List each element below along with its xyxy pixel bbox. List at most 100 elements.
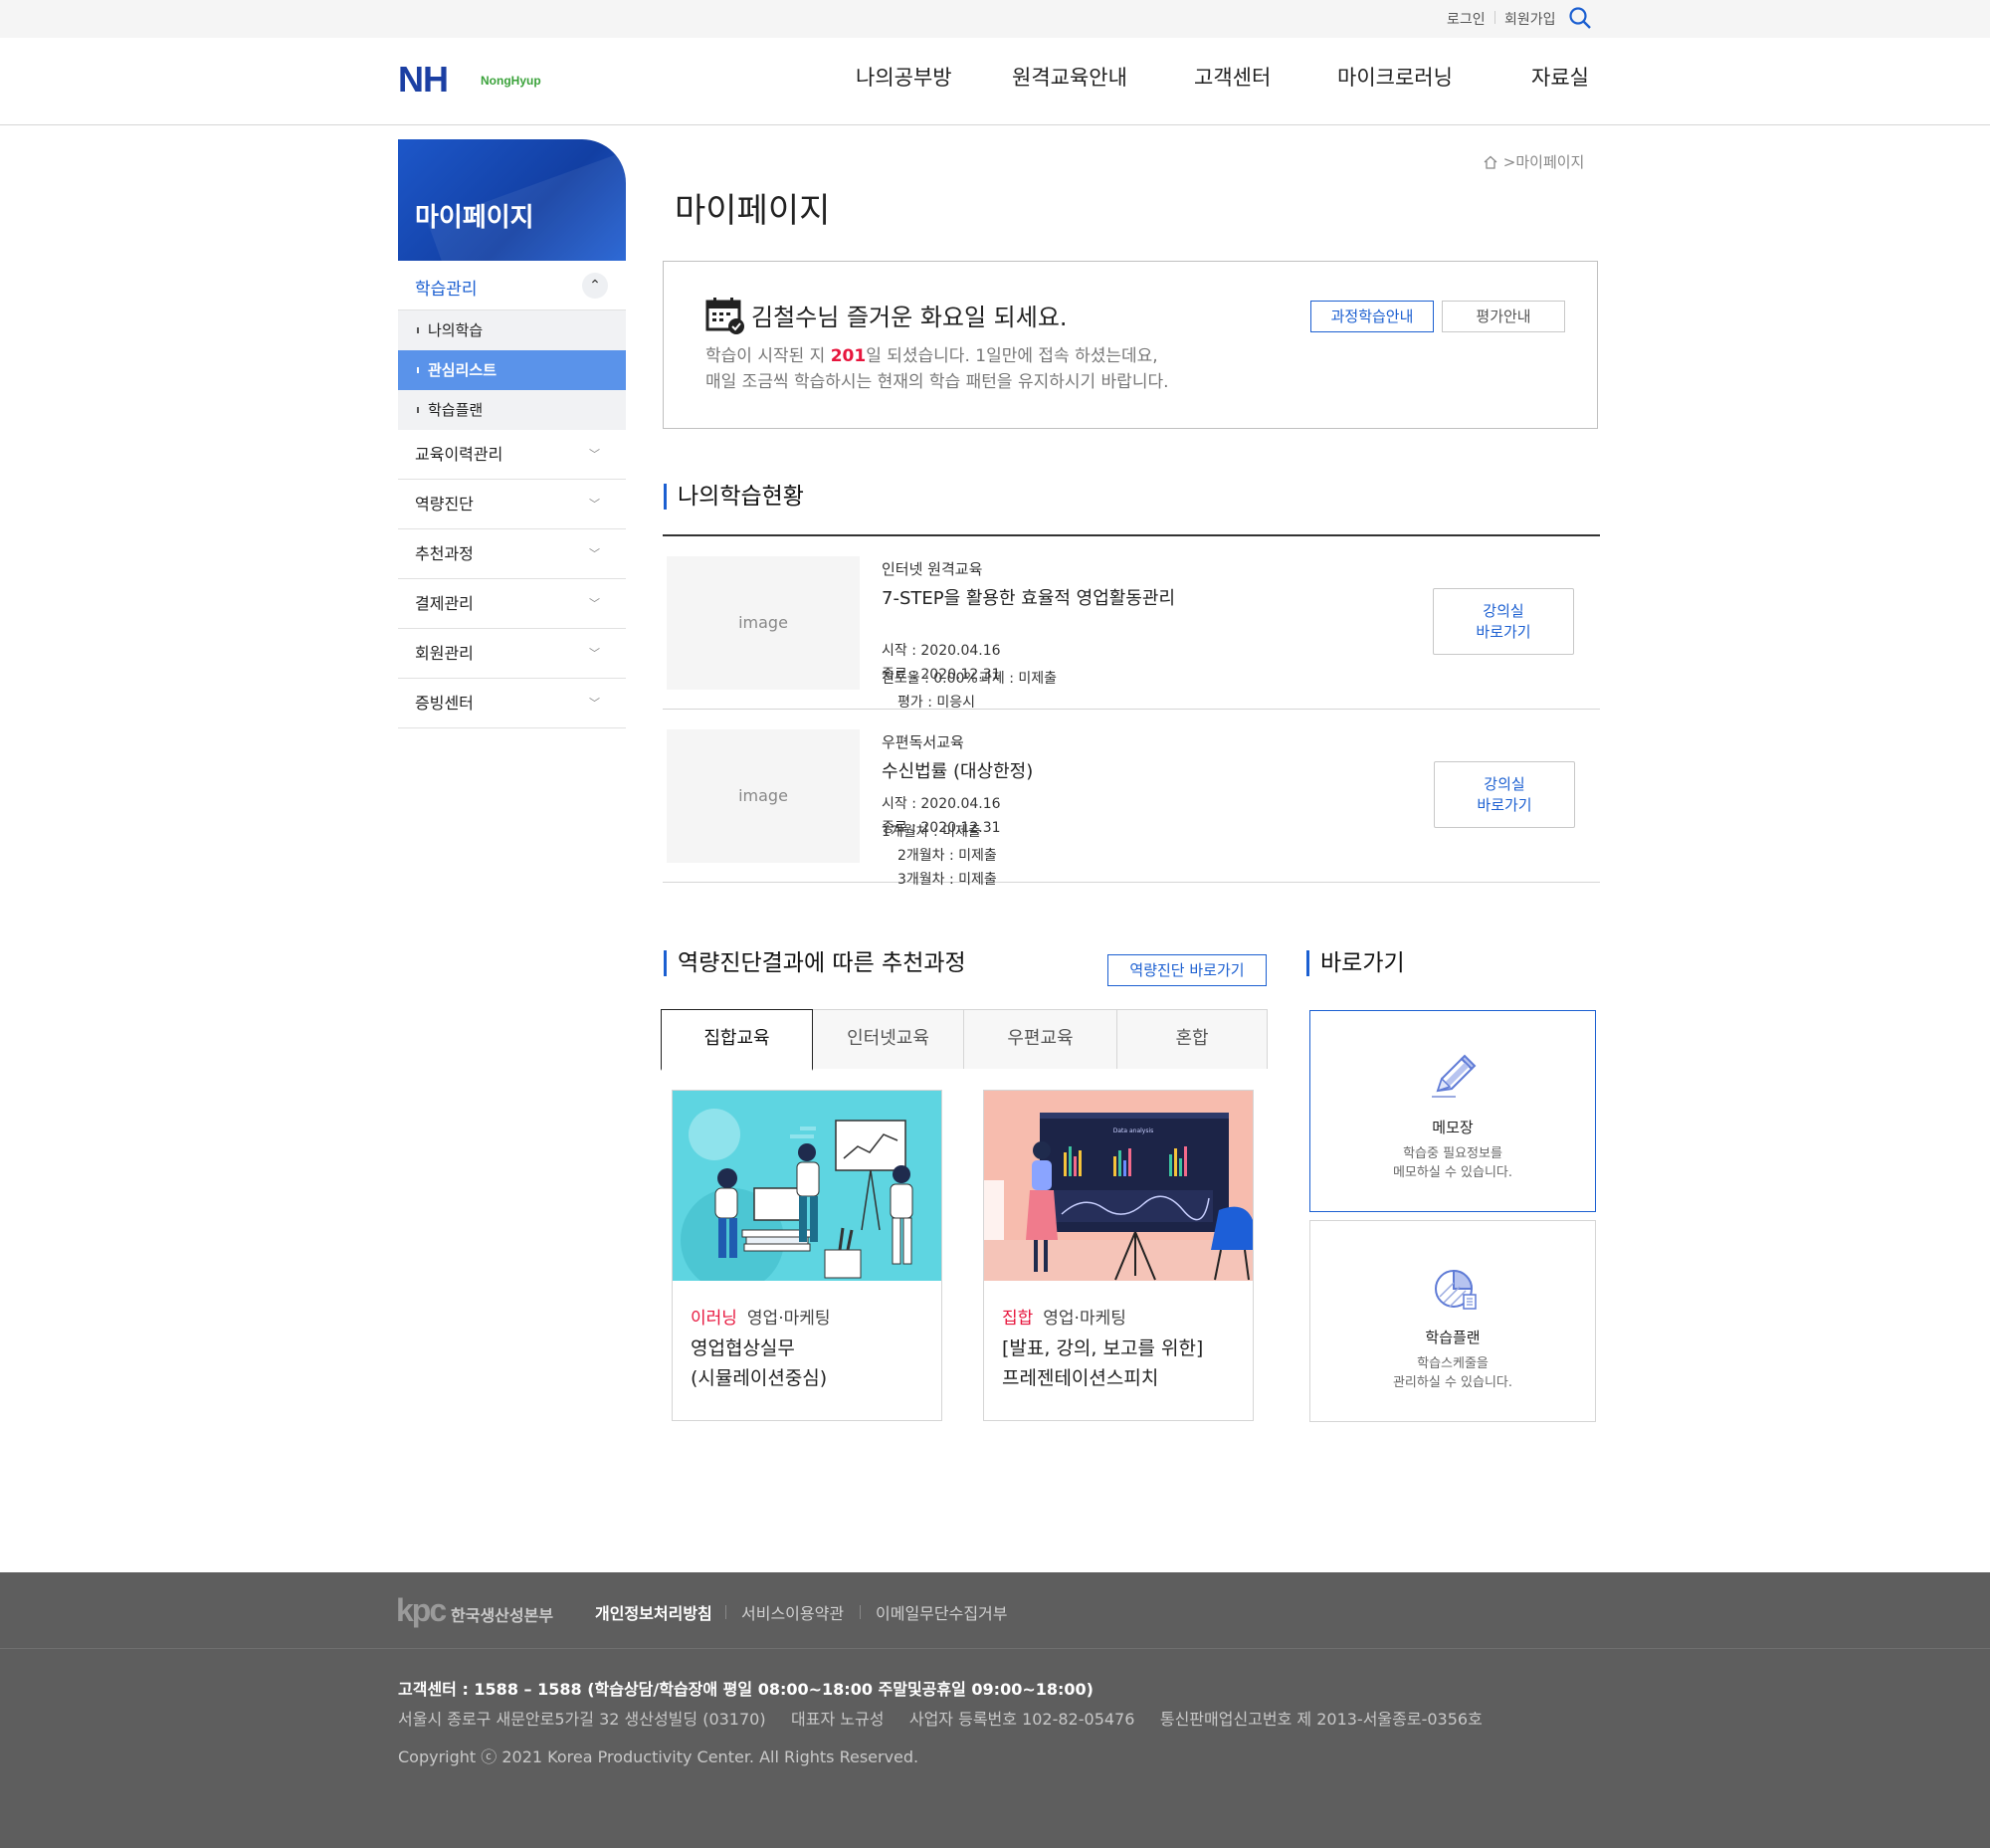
side-nav-group-learning[interactable]: 학습관리 ⌃ — [398, 261, 626, 310]
illustration-presentation: Data analysis — [984, 1091, 1253, 1281]
tab-postal[interactable]: 우편교육 — [963, 1009, 1117, 1069]
side-nav-item-certificate[interactable]: 증빙센터 ﹀ — [398, 679, 626, 728]
go-classroom-button[interactable]: 강의실바로가기 — [1433, 588, 1574, 655]
course-card-title: 영업협상실무 (시뮬레이션중심) — [691, 1334, 827, 1393]
side-nav-item-edu-history[interactable]: 교육이력관리 ﹀ — [398, 430, 626, 480]
memo-shortcut[interactable]: 메모장 학습중 필요정보를메모하실 수 있습니다. — [1309, 1010, 1596, 1212]
tab-group[interactable]: 집합교육 — [661, 1009, 813, 1071]
recommend-tabs: 인터넷교육 우편교육 혼합 집합교육 — [661, 1009, 1268, 1071]
shortcut-desc: 학습스케줄을 관리하실 수 있습니다. — [1310, 1354, 1595, 1392]
side-nav-label: 회원관리 — [415, 644, 474, 663]
chevron-up-icon[interactable]: ⌃ — [582, 273, 608, 299]
chevron-down-icon: ﹀ — [589, 597, 600, 610]
header: NH NongHyup 나의공부방 원격교육안내 고객센터 마이크로러닝 자료실 — [0, 38, 1990, 125]
side-nav-item-payment[interactable]: 결제관리 ﹀ — [398, 579, 626, 629]
course-thumbnail[interactable]: image — [667, 729, 860, 863]
join-link[interactable]: 회원가입 — [1504, 9, 1556, 29]
side-nav-item-wishlist[interactable]: 관심리스트 — [398, 350, 626, 390]
tab-internet[interactable]: 인터넷교육 — [812, 1009, 964, 1069]
kpc-logo-mark: kpc — [396, 1592, 447, 1628]
course-card[interactable]: 이러닝 영업·마케팅 영업협상실무 (시뮬레이션중심) — [672, 1090, 942, 1421]
chevron-down-icon: ﹀ — [589, 498, 600, 511]
course-card-title: [발표, 강의, 보고를 위한] 프레젠테이션스피치 — [1002, 1334, 1203, 1393]
course-kind: 우편독서교육 — [882, 733, 964, 751]
shortcut-section-title: 바로가기 — [1306, 950, 1405, 976]
nav-my-study[interactable]: 나의공부방 — [856, 62, 952, 92]
email-refusal-link[interactable]: 이메일무단수집거부 — [876, 1600, 1007, 1624]
course-eval: 평가 : 미응시 — [897, 695, 976, 711]
home-icon[interactable] — [1483, 154, 1498, 170]
side-nav-item-study-plan[interactable]: 학습플랜 — [398, 390, 626, 430]
nav-library[interactable]: 자료실 — [1531, 62, 1589, 92]
greeting-box: 김철수님 즐거운 화요일 되세요. 학습이 시작된 지 201일 되셨습니다. … — [663, 261, 1598, 429]
course-row: image 우편독서교육 수신법률 (대상한정) 시작 : 2020.04.16… — [663, 710, 1600, 888]
nav-remote-edu[interactable]: 원격교육안내 — [1012, 62, 1127, 92]
nav-microlearning[interactable]: 마이크로러닝 — [1337, 62, 1453, 92]
side-nav-submenu: 나의학습 관심리스트 학습플랜 — [398, 310, 626, 430]
shortcut-title: 메모장 — [1432, 1119, 1474, 1136]
greeting-line1-post: 일 되셨습니다. 1일만에 접속 하셨는데요, — [866, 346, 1158, 366]
terms-link[interactable]: 서비스이용약관 — [741, 1600, 844, 1624]
divider — [1494, 11, 1495, 24]
illustration-team-meeting — [673, 1091, 941, 1281]
course-task: 과제 : 미제출 — [979, 671, 1058, 687]
desc-line: 관리하실 수 있습니다. — [1392, 1375, 1513, 1390]
course-category: 영업·마케팅 — [746, 1309, 831, 1329]
top-utility-bar: 로그인 회원가입 — [0, 0, 1990, 38]
course-type: 집합 — [1002, 1309, 1034, 1329]
breadcrumb-current: >마이페이지 — [1502, 153, 1585, 171]
footer-divider — [0, 1648, 1990, 1649]
diagnosis-shortcut-button[interactable]: 역량진단 바로가기 — [1107, 954, 1267, 986]
greeting-title: 김철수님 즐거운 화요일 되세요. — [751, 304, 1068, 331]
desc-line: 메모하실 수 있습니다. — [1392, 1165, 1513, 1180]
pie-chart-icon — [1435, 1269, 1477, 1310]
status-section-title: 나의학습현황 — [664, 484, 804, 510]
kpc-logo: kpc 한국생산성본부 — [396, 1590, 565, 1630]
eval-guide-button[interactable]: 평가안내 — [1442, 301, 1565, 332]
course-name[interactable]: 수신법률 (대상한정) — [882, 757, 1033, 783]
course-month2: 2개월차 : 미제출 — [897, 848, 997, 864]
course-thumbnail[interactable]: image — [667, 556, 860, 690]
greeting-message: 학습이 시작된 지 201일 되셨습니다. 1일만에 접속 하셨는데요, 매일 … — [705, 343, 1169, 395]
study-plan-shortcut[interactable]: 학습플랜 학습스케줄을 관리하실 수 있습니다. — [1309, 1220, 1596, 1422]
course-kind: 인터넷 원격교육 — [882, 560, 983, 578]
page-title: 마이페이지 — [675, 191, 831, 231]
course-name[interactable]: 7-STEP을 활용한 효율적 영업활동관리 — [882, 584, 1175, 610]
footer: kpc 한국생산성본부 개인정보처리방침 서비스이용약관 이메일무단수집거부 고… — [0, 1572, 1990, 1848]
chevron-down-icon: ﹀ — [589, 547, 600, 560]
course-type: 이러닝 — [691, 1309, 737, 1329]
course-category: 영업·마케팅 — [1043, 1309, 1126, 1329]
logo-text: NongHyup — [481, 74, 541, 88]
go-classroom-button[interactable]: 강의실 바로가기 — [1434, 761, 1575, 828]
recommend-section-title: 역량진단결과에 따른 추천과정 — [664, 950, 966, 976]
nh-logo[interactable]: NH NongHyup — [398, 60, 557, 100]
course-month3: 3개월차 : 미제출 — [897, 872, 997, 888]
button-label: 강의실 — [1484, 775, 1525, 793]
button-label: 바로가기 — [1476, 623, 1531, 641]
course-illustration — [673, 1091, 941, 1281]
desc-line: 학습중 필요정보를 — [1403, 1146, 1502, 1161]
tab-blended[interactable]: 혼합 — [1116, 1009, 1268, 1069]
login-link[interactable]: 로그인 — [1447, 9, 1486, 29]
course-card[interactable]: Data analysis 집합 영업·마케팅 [발표, 강의, 보고를 위한] 프… — [983, 1090, 1254, 1421]
greeting-line1-pre: 학습이 시작된 지 — [705, 346, 831, 366]
course-month1: 1개월차 : 미제출 — [882, 824, 981, 840]
title-line: 프레젠테이션스피치 — [1002, 1367, 1159, 1389]
side-nav-item-recommend[interactable]: 추천과정 ﹀ — [398, 529, 626, 579]
chevron-down-icon: ﹀ — [589, 448, 600, 461]
page: 로그인 회원가입 NH NongHyup 나의공부방 원격교육안내 고객센터 마… — [0, 0, 1990, 1848]
side-nav: 마이페이지 학습관리 ⌃ 나의학습 관심리스트 학습플랜 교육이력관리 ﹀ 역량진… — [398, 139, 626, 728]
search-icon[interactable] — [1568, 6, 1592, 30]
side-nav-label: 역량진단 — [415, 495, 474, 513]
side-nav-item-diagnosis[interactable]: 역량진단 ﹀ — [398, 480, 626, 529]
side-nav-label: 증빙센터 — [415, 694, 474, 713]
privacy-policy-link[interactable]: 개인정보처리방침 — [595, 1600, 712, 1624]
button-label: 강의실 — [1483, 602, 1524, 620]
pencil-icon — [1432, 1054, 1477, 1098]
course-tags: 집합 영업·마케팅 — [1002, 1304, 1126, 1329]
shortcut-desc: 학습중 필요정보를메모하실 수 있습니다. — [1310, 1144, 1595, 1182]
side-nav-item-member[interactable]: 회원관리 ﹀ — [398, 629, 626, 679]
side-nav-item-my-study[interactable]: 나의학습 — [398, 310, 626, 350]
course-guide-button[interactable]: 과정학습안내 — [1310, 301, 1434, 332]
nav-customer-center[interactable]: 고객센터 — [1194, 62, 1271, 92]
